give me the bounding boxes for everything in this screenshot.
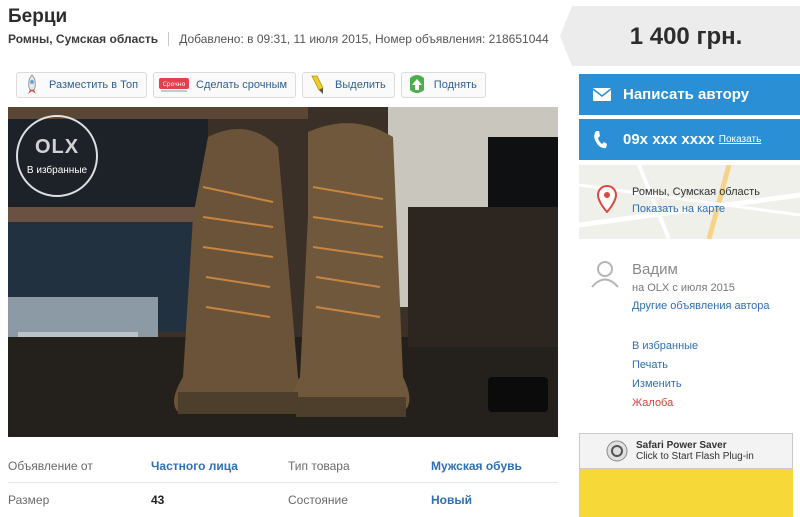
meta-divider bbox=[168, 32, 170, 46]
detail-value-link[interactable]: Мужская обувь bbox=[431, 459, 522, 473]
promote-top-button[interactable]: Разместить в Топ bbox=[16, 72, 148, 98]
favorite-overlay[interactable]: OLX В избранные bbox=[16, 115, 98, 197]
raise-button[interactable]: Поднять bbox=[400, 72, 486, 98]
promote-top-label: Разместить в Топ bbox=[49, 79, 139, 91]
make-urgent-button[interactable]: Срочно Сделать срочным bbox=[153, 72, 297, 98]
listing-added-info: Добавлено: в 09:31, 11 июля 2015, Номер … bbox=[179, 32, 549, 46]
details-row: Объявление от Частного лица Тип товара М… bbox=[8, 450, 558, 483]
detail-label: Состояние bbox=[288, 492, 348, 507]
add-to-favorites-link[interactable]: В избранные bbox=[632, 337, 698, 356]
listing-meta: Ромны, Сумская область Добавлено: в 09:3… bbox=[8, 32, 549, 46]
raise-arrow-icon bbox=[406, 74, 428, 96]
message-author-label: Написать автору bbox=[623, 86, 750, 103]
phone-button[interactable]: 09x xxx xxxx Показать bbox=[579, 119, 800, 160]
detail-label: Объявление от bbox=[8, 459, 93, 473]
user-avatar-icon bbox=[590, 260, 620, 293]
listing-photo[interactable]: OLX В избранные bbox=[8, 107, 558, 437]
favorite-overlay-label: В избранные bbox=[26, 165, 88, 176]
price-box: 1 400 грн. bbox=[560, 6, 800, 66]
phone-show-link[interactable]: Показать bbox=[719, 134, 762, 145]
author-since: на OLX с июля 2015 bbox=[632, 282, 735, 294]
detail-value: 43 bbox=[151, 492, 165, 507]
ad-actions: В избранные Печать Изменить Жалоба bbox=[632, 337, 698, 413]
raise-label: Поднять bbox=[433, 79, 477, 91]
phone-number: 09x xxx xxxx bbox=[623, 131, 715, 148]
detail-value-link[interactable]: Частного лица bbox=[151, 459, 288, 473]
marker-icon bbox=[307, 74, 329, 96]
show-on-map-link[interactable]: Показать на карте bbox=[632, 203, 725, 215]
map-preview[interactable]: Ромны, Сумская область Показать на карте bbox=[579, 165, 800, 239]
detail-value-link[interactable]: Новый bbox=[431, 493, 472, 507]
flash-subtitle: Click to Start Flash Plug-in bbox=[636, 451, 754, 462]
highlight-label: Выделить bbox=[335, 79, 386, 91]
edit-link[interactable]: Изменить bbox=[632, 375, 698, 394]
message-author-button[interactable]: Написать автору bbox=[579, 74, 800, 115]
detail-label: Тип товара bbox=[288, 459, 350, 473]
flash-title: Safari Power Saver bbox=[636, 440, 727, 451]
olx-logo: OLX bbox=[34, 136, 80, 158]
flash-power-saver-bar[interactable]: Safari Power Saver Click to Start Flash … bbox=[579, 433, 793, 469]
price: 1 400 грн. bbox=[629, 23, 743, 50]
power-saver-icon bbox=[606, 440, 628, 462]
map-location: Ромны, Сумская область bbox=[632, 186, 760, 198]
details-table: Объявление от Частного лица Тип товара М… bbox=[8, 450, 558, 516]
make-urgent-label: Сделать срочным bbox=[196, 79, 288, 91]
urgent-badge-text: Срочно bbox=[163, 81, 186, 88]
envelope-icon bbox=[593, 88, 613, 101]
listing-location[interactable]: Ромны, Сумская область bbox=[8, 32, 158, 46]
phone-icon bbox=[593, 130, 613, 150]
author-name: Вадим bbox=[632, 261, 678, 278]
listing-title: Берци bbox=[8, 6, 68, 27]
flash-placeholder[interactable]: Safari Power Saver Click to Start Flash … bbox=[579, 433, 793, 517]
map-pin-icon bbox=[596, 184, 618, 218]
highlight-button[interactable]: Выделить bbox=[302, 72, 395, 98]
print-link[interactable]: Печать bbox=[632, 356, 698, 375]
author-other-ads-link[interactable]: Другие объявления автора bbox=[632, 300, 770, 312]
report-link[interactable]: Жалоба bbox=[632, 394, 698, 413]
promo-toolbar: Разместить в Топ Срочно Сделать срочным … bbox=[16, 72, 486, 98]
urgent-tag-icon: Срочно bbox=[158, 74, 190, 96]
rocket-icon bbox=[21, 74, 43, 96]
details-row: Размер 43 Состояние Новый bbox=[8, 483, 558, 516]
detail-label: Размер bbox=[8, 492, 50, 507]
